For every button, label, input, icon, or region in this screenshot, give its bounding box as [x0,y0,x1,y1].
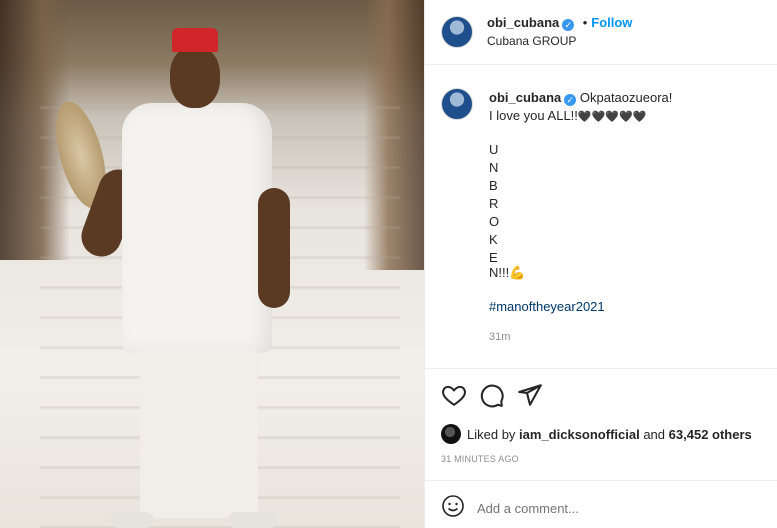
caption-time[interactable]: 31m [489,331,510,343]
unbroken-letter: U [489,142,499,157]
head [170,46,220,108]
unbroken-letter: N [489,160,499,175]
caption-avatar[interactable] [441,88,473,120]
location-label[interactable]: Cubana GROUP [487,34,576,48]
divider [425,480,777,481]
post-header: obi_cubana ✓ • Follow Cubana GROUP [425,0,777,65]
post-timestamp[interactable]: 31 MINUTES AGO [441,454,519,464]
liked-user-link[interactable]: iam_dicksonofficial [519,427,640,442]
red-cap [172,28,218,52]
unbroken-last: N!!! [489,265,510,280]
post-photo[interactable] [0,0,424,528]
emoji-icon[interactable] [441,494,465,518]
person-figure [46,28,310,528]
likes-count-link[interactable]: 63,452 others [669,427,752,442]
flex-emoji: 💪 [509,265,526,280]
caption-second-line: I love you ALL!! [489,108,578,123]
verified-badge-icon: ✓ [562,19,575,31]
liker-avatar[interactable] [441,424,461,444]
verified-badge-icon: ✓ [564,94,577,106]
unbroken-letter: E [489,250,498,265]
white-trousers [140,348,258,518]
follow-button[interactable]: Follow [591,15,632,30]
liked-prefix: Liked by [467,427,516,442]
divider [425,368,777,369]
share-icon[interactable] [517,382,543,408]
unbroken-letter: B [489,178,498,193]
comment-icon[interactable] [479,382,505,408]
liked-and: and [643,427,666,442]
heart-icon[interactable] [441,382,467,408]
unbroken-letter: K [489,232,498,247]
unbroken-letter: O [489,214,500,229]
caption-first-line: Okpataozueora! [579,90,673,105]
header-username[interactable]: obi_cubana [487,15,559,30]
avatar[interactable] [441,16,473,48]
right-arm [258,188,290,308]
hashtag-link[interactable]: #manoftheyear2021 [489,299,605,314]
shoe-left [110,512,154,528]
comment-input[interactable] [475,496,759,520]
shoe-right [228,512,278,528]
dot-separator: • [582,15,588,30]
white-outfit [122,103,272,353]
hearts-emoji: 🖤🖤🖤🖤🖤 [577,111,647,123]
unbroken-letter: R [489,196,499,211]
caption-username[interactable]: obi_cubana [489,90,561,105]
post-side-panel: obi_cubana ✓ • Follow Cubana GROUP obi_cub… [424,0,777,528]
